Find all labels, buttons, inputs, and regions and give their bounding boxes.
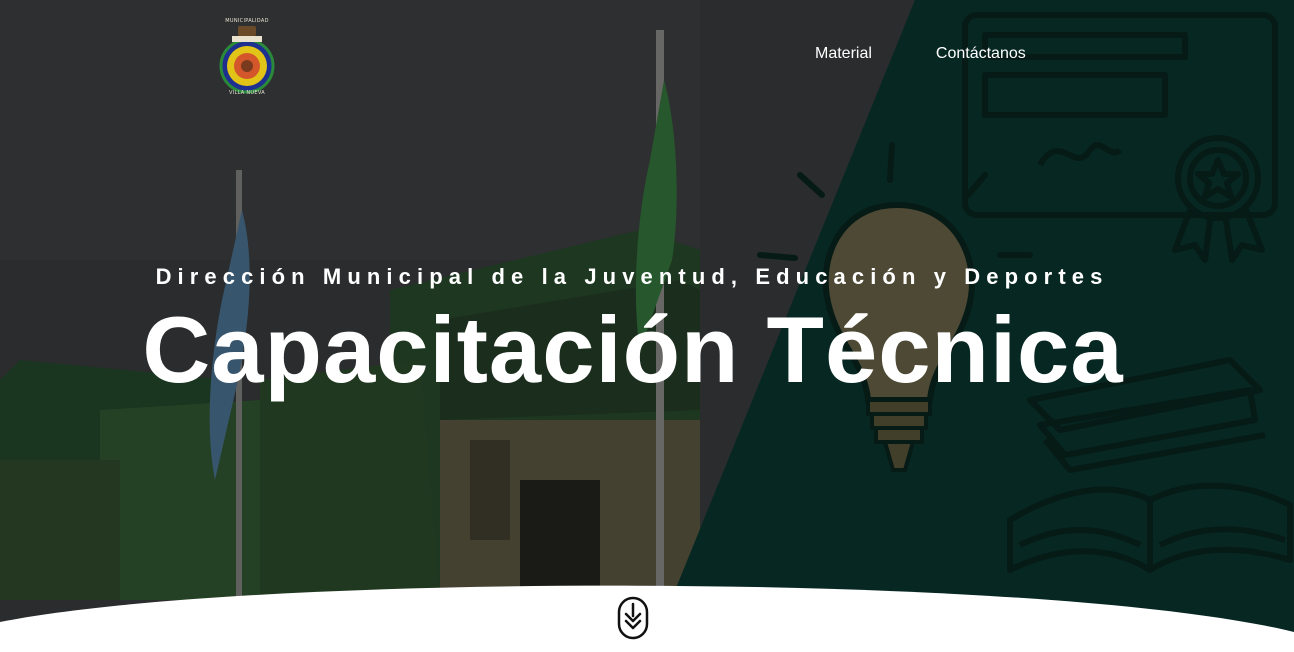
nav-contact-link[interactable]: Contáctanos [936,45,1026,63]
main-nav: Material Contáctanos [815,45,1026,63]
coat-of-arms-icon [219,26,275,94]
municipality-logo[interactable]: MUNICIPALIDAD VILLA NUEVA [212,18,282,100]
nav-material-link[interactable]: Material [815,45,872,63]
scroll-down-icon[interactable] [617,596,649,640]
hero-subtitle: Dirección Municipal de la Juventud, Educ… [155,264,1109,289]
hero-title: Capacitación Técnica [142,297,1124,402]
hero-section: MUNICIPALIDAD VILLA NUEVA Material Contá… [0,0,1294,652]
logo-text-bottom: VILLA NUEVA [229,90,265,96]
